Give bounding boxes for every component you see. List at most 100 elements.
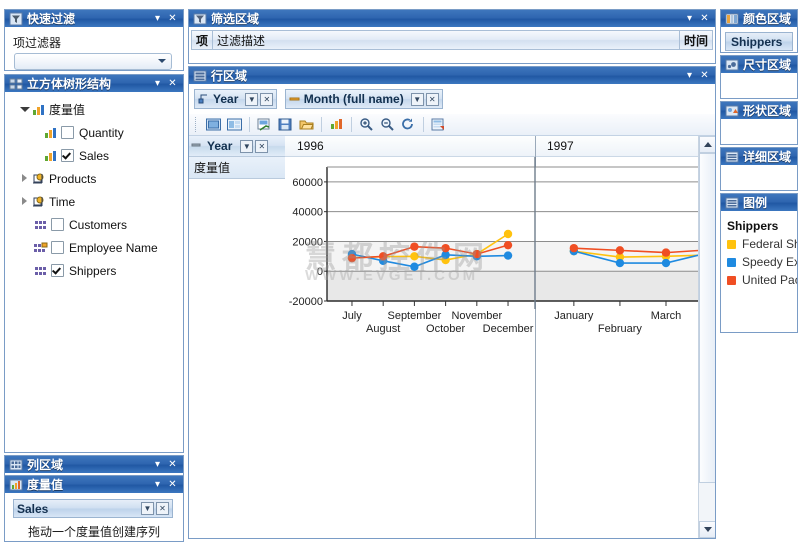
tree-item-checkbox[interactable] (61, 126, 74, 139)
tree-item-time[interactable]: Time (5, 190, 183, 213)
fullscreen-icon[interactable] (203, 115, 223, 134)
funnel-icon[interactable]: ▼ (245, 92, 259, 106)
data-point[interactable] (503, 251, 513, 260)
tree-item-employee-name[interactable]: Employee Name (5, 236, 183, 259)
tree-item-checkbox[interactable] (51, 218, 64, 231)
tree-item-customers[interactable]: Customers (5, 213, 183, 236)
layout-icon[interactable] (224, 115, 244, 134)
close-icon[interactable]: ✕ (166, 77, 179, 90)
measures-titlebar: 度量值 ▾ ✕ (5, 476, 183, 494)
tree-item-quantity[interactable]: Quantity (5, 121, 183, 144)
chevron-down-icon[interactable]: ▾ (151, 12, 164, 25)
row-chip-month[interactable]: Month (full name) ▼ ✕ (284, 89, 443, 109)
chevron-down-icon[interactable]: ▾ (151, 458, 164, 471)
legend-icon (725, 196, 739, 210)
data-point[interactable] (410, 262, 419, 271)
data-point[interactable] (472, 249, 482, 259)
row-header-column: Year ▼ ✕ 度量值 (189, 136, 286, 538)
chart-vertical-scrollbar[interactable] (698, 136, 715, 538)
measure-chip-sales[interactable]: Sales ▼ ✕ (13, 499, 173, 518)
data-point[interactable] (410, 252, 419, 261)
toolbar-separator (249, 117, 250, 132)
legend-item[interactable]: United Pac (721, 271, 797, 289)
chevron-down-icon[interactable]: ▾ (683, 12, 696, 25)
tree-item-checkbox[interactable] (51, 264, 64, 277)
zoom-in-icon[interactable] (356, 115, 376, 134)
tree-item-measures[interactable]: 度量值 (5, 98, 183, 121)
toolbar-grip[interactable] (195, 117, 199, 132)
chevron-down-icon[interactable]: ▾ (151, 478, 164, 491)
chevron-down-icon[interactable]: ▾ (151, 77, 164, 90)
tree-item-products[interactable]: Products (5, 167, 183, 190)
save-icon[interactable] (275, 115, 295, 134)
data-point[interactable] (441, 243, 450, 253)
chart-type-icon[interactable] (326, 115, 346, 134)
filter-icon (9, 12, 23, 26)
data-point[interactable] (410, 242, 419, 251)
close-icon[interactable]: ✕ (156, 502, 169, 515)
tree-item-sales[interactable]: Sales (5, 144, 183, 167)
data-point[interactable] (615, 258, 625, 268)
y-axis-tick: 40000 (292, 207, 323, 219)
data-point[interactable] (503, 240, 513, 250)
shape-area-body[interactable] (721, 119, 797, 144)
row-chip-year[interactable]: Year ▼ ✕ (194, 89, 278, 109)
row-area-titlebar: 行区域 ▾ ✕ (189, 67, 715, 85)
tree-item-checkbox[interactable] (51, 241, 64, 254)
filter-col-description[interactable]: 过滤描述 (213, 31, 680, 49)
scrollbar-thumb[interactable] (699, 153, 715, 483)
measure-icon (31, 103, 46, 117)
chevron-down-icon[interactable]: ▾ (683, 69, 696, 82)
close-icon[interactable]: ✕ (166, 478, 179, 491)
chart-workspace: Year ▼ ✕ 度量值 1996 1997 -20000 0 20000 40000… (189, 136, 715, 538)
data-point[interactable] (347, 253, 357, 263)
legend-swatch (727, 239, 736, 249)
refresh-icon[interactable] (398, 115, 418, 134)
legend-item[interactable]: Federal Sh (721, 235, 797, 253)
tree-item-checkbox[interactable] (61, 149, 74, 162)
row-area-body: Year ▼ ✕ Month (full name) ▼ ✕ Year ▼ ✕ … (189, 84, 715, 538)
data-point[interactable] (615, 246, 625, 255)
data-point[interactable] (569, 243, 579, 253)
funnel-icon[interactable]: ▼ (410, 92, 424, 106)
expander-expanded-icon[interactable] (19, 104, 31, 116)
filter-area-titlebar: 筛选区域 ▾ ✕ (189, 10, 715, 28)
open-icon[interactable] (296, 115, 316, 134)
properties-icon[interactable] (428, 115, 448, 134)
data-point[interactable] (661, 248, 671, 257)
item-filter-combo[interactable] (14, 53, 172, 70)
measure-icon (43, 149, 58, 163)
data-point[interactable] (378, 252, 388, 261)
expander-collapsed-icon[interactable] (19, 196, 31, 208)
size-area-title: 尺寸区域 (743, 58, 792, 72)
close-icon[interactable]: ✕ (425, 92, 439, 106)
scroll-up-icon[interactable] (699, 136, 715, 153)
color-chip-shippers[interactable]: Shippers (725, 32, 793, 51)
zoom-out-icon[interactable] (377, 115, 397, 134)
funnel-icon[interactable]: ▼ (141, 502, 154, 515)
filter-col-item[interactable]: 项 (192, 31, 214, 49)
hierarchy-icon (33, 264, 48, 278)
data-point[interactable] (661, 258, 671, 268)
size-area-body[interactable] (721, 73, 797, 98)
detail-area-body[interactable] (721, 165, 797, 190)
row-header-year-chip[interactable]: Year ▼ ✕ (189, 136, 285, 157)
expander-collapsed-icon[interactable] (19, 173, 31, 185)
close-icon[interactable]: ✕ (698, 12, 711, 25)
close-icon[interactable]: ✕ (698, 69, 711, 82)
close-icon[interactable]: ✕ (255, 139, 269, 153)
row-chip-label: Year (213, 92, 239, 106)
legend-item[interactable]: Speedy Ex (721, 253, 797, 271)
scroll-down-icon[interactable] (699, 521, 715, 538)
funnel-icon[interactable]: ▼ (240, 139, 254, 153)
close-icon[interactable]: ✕ (166, 12, 179, 25)
measure-chip-label: Sales (17, 501, 49, 516)
row-area-panel: 行区域 ▾ ✕ Year ▼ ✕ Month (full name) ▼ ✕ Y… (188, 66, 716, 539)
close-icon[interactable]: ✕ (166, 458, 179, 471)
filter-col-time[interactable]: 时间 (680, 31, 712, 49)
data-point[interactable] (503, 229, 513, 239)
close-icon[interactable]: ✕ (260, 92, 274, 106)
row-header-measure-label: 度量值 (189, 157, 285, 179)
new-chart-icon[interactable] (254, 115, 274, 134)
tree-item-shippers[interactable]: Shippers (5, 259, 183, 282)
